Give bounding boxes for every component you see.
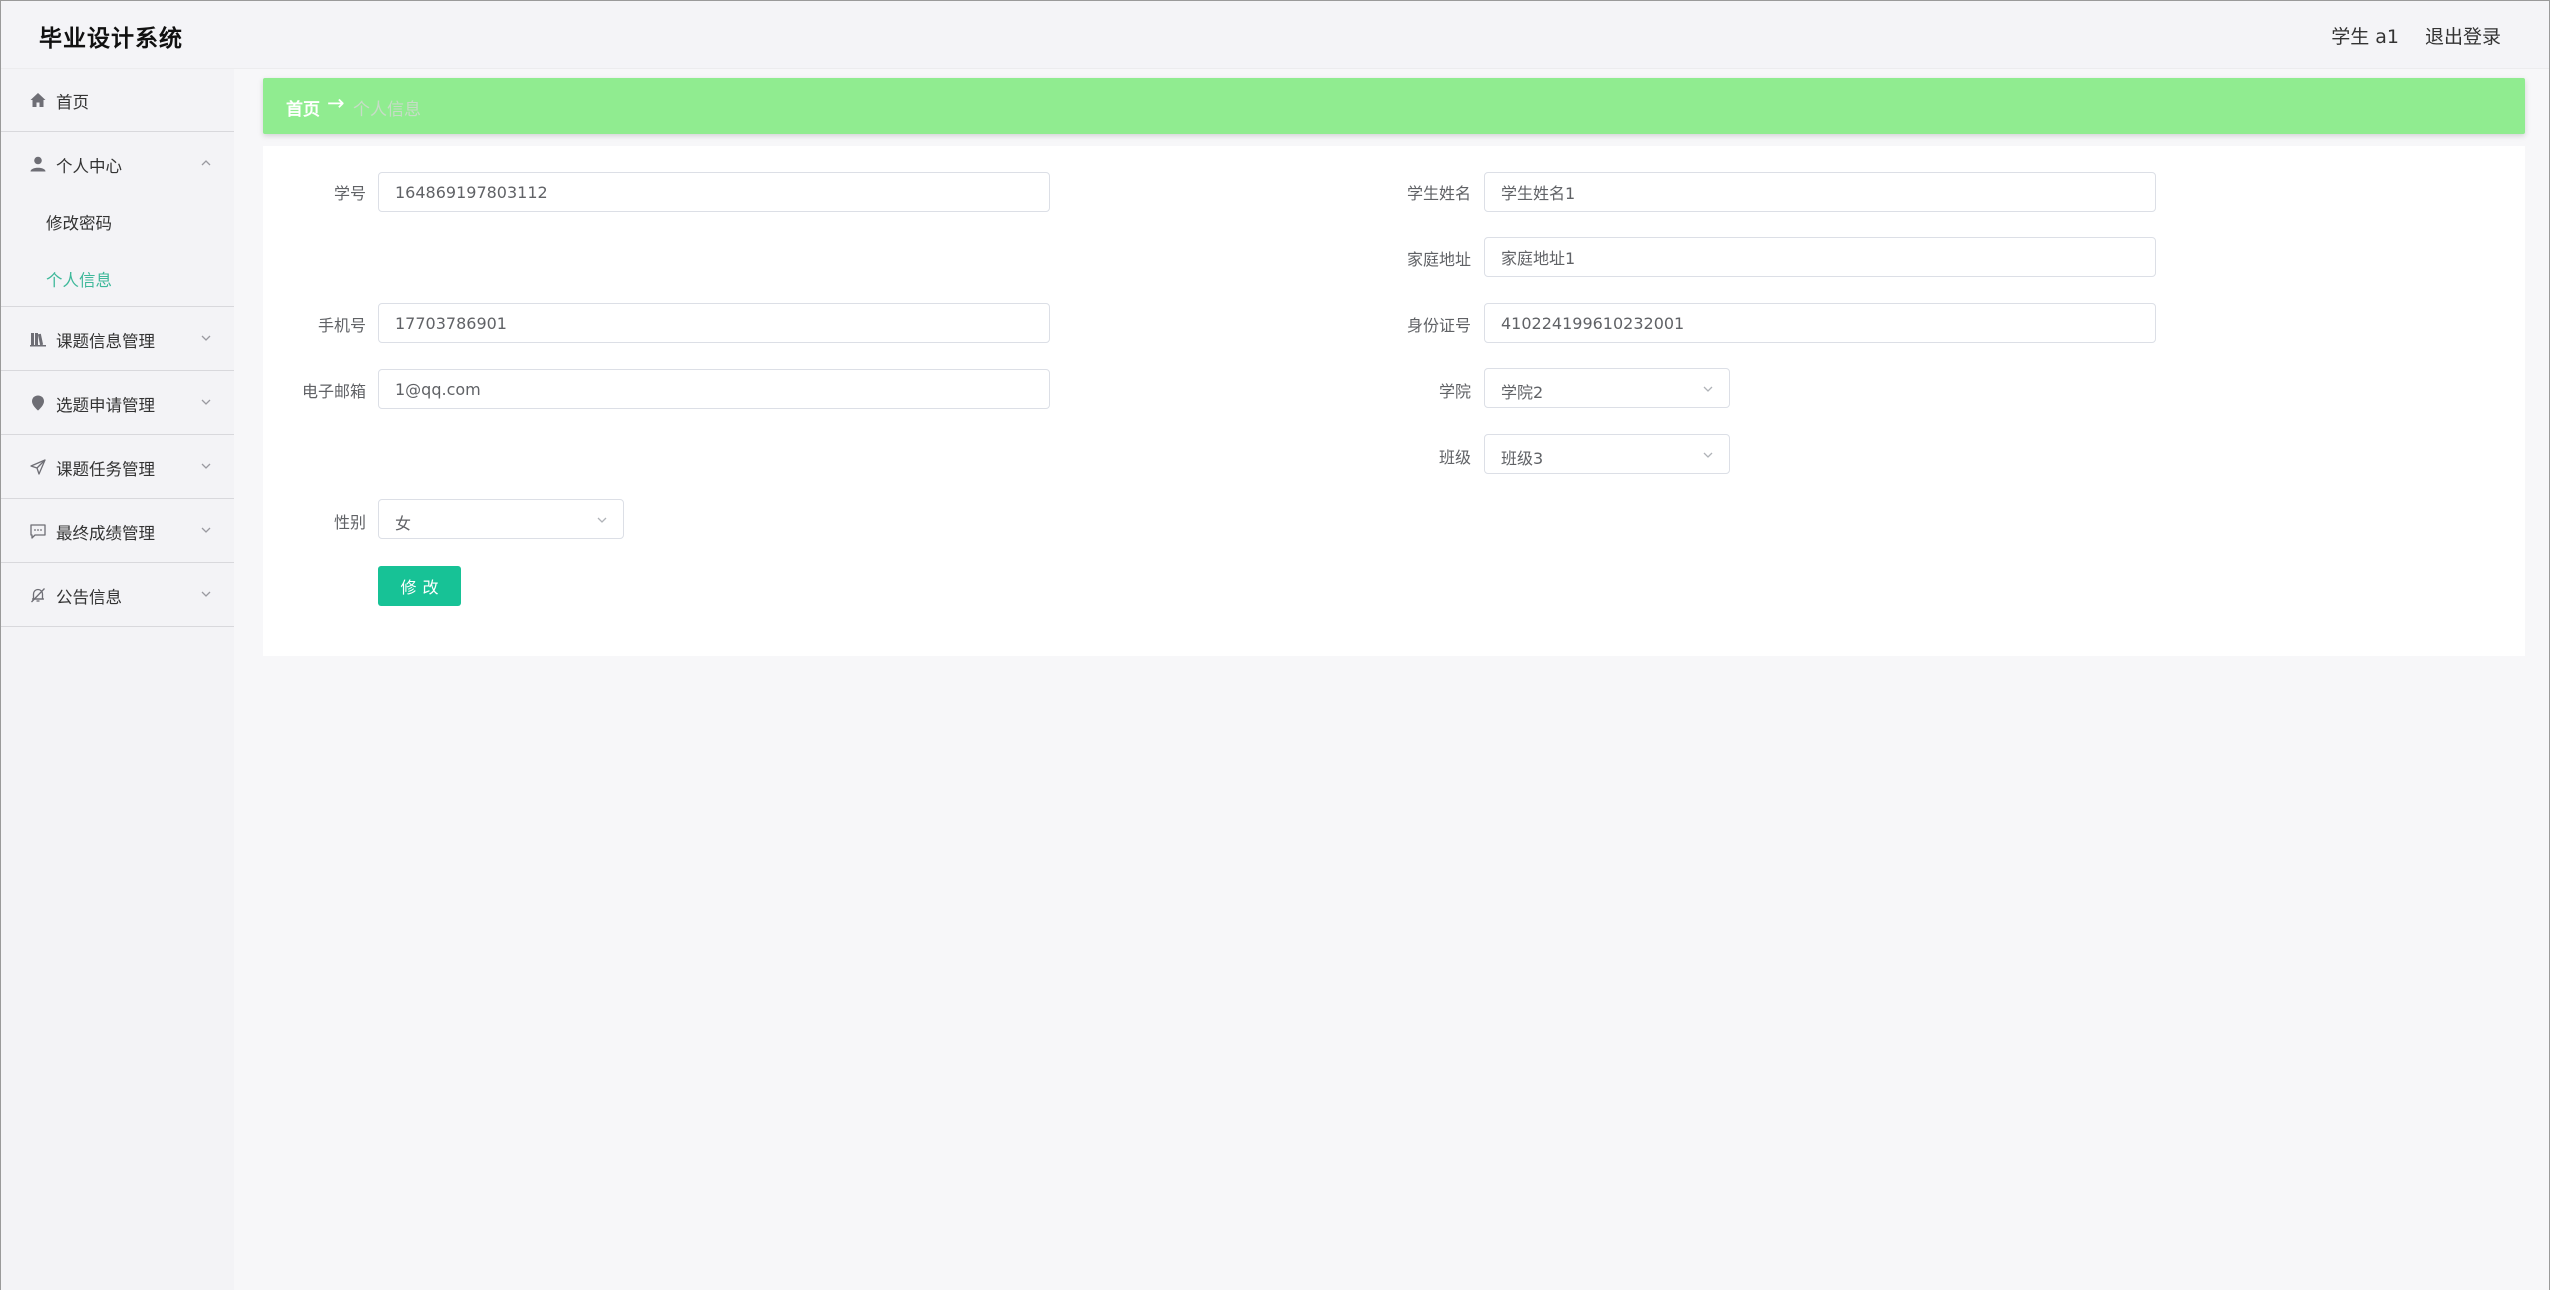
email-label: 电子邮箱 — [301, 382, 366, 401]
class-select[interactable]: 班级3 — [1484, 434, 1730, 474]
chevron-down-icon — [597, 517, 607, 523]
gender-select-value: 女 — [395, 514, 412, 533]
student-id-label: 学号 — [333, 184, 366, 203]
sidebar-item-topic-info[interactable]: 课题信息管理 — [1, 308, 234, 371]
modify-button[interactable]: 修改 — [378, 566, 461, 606]
sidebar-subitem-label: 个人信息 — [46, 271, 112, 290]
sidebar-item-label: 选题申请管理 — [56, 396, 155, 415]
sidebar-item-topic-task[interactable]: 课题任务管理 — [1, 436, 234, 499]
sidebar-item-personal-center[interactable]: 个人中心 — [1, 133, 234, 196]
gender-label: 性别 — [333, 513, 366, 532]
bell-off-icon — [31, 588, 45, 603]
chevron-down-icon — [201, 591, 211, 597]
breadcrumb: 首页 → 个人信息 — [263, 78, 2525, 134]
send-icon — [30, 459, 46, 475]
home-address-label: 家庭地址 — [1406, 250, 1471, 269]
sidebar-item-final-grades[interactable]: 最终成绩管理 — [1, 500, 234, 563]
book-icon — [30, 333, 46, 347]
sidebar: 首页 个人中心 修改密码 个人信息 课题信息管理 选题申请管理 课题任务管理 最… — [1, 69, 234, 1290]
app-title: 毕业设计系统 — [39, 26, 183, 52]
logout-link[interactable]: 退出登录 — [2425, 22, 2501, 49]
sidebar-item-label: 课题任务管理 — [56, 460, 155, 479]
gender-select[interactable]: 女 — [378, 499, 624, 539]
current-user-label: 学生 a1 — [2331, 26, 2399, 48]
chevron-down-icon — [1703, 386, 1713, 392]
sidebar-item-topic-application[interactable]: 选题申请管理 — [1, 372, 234, 435]
sidebar-item-label: 课题信息管理 — [56, 332, 155, 351]
home-address-input[interactable] — [1484, 237, 2156, 277]
breadcrumb-arrow-icon: → — [327, 91, 345, 115]
chevron-up-icon — [201, 160, 211, 166]
user-icon — [30, 156, 46, 172]
student-name-label: 学生姓名 — [1406, 184, 1471, 203]
email-input[interactable] — [378, 369, 1050, 409]
chevron-down-icon — [201, 463, 211, 469]
college-select[interactable]: 学院2 — [1484, 368, 1730, 408]
id-card-input[interactable] — [1484, 303, 2156, 343]
college-label: 学院 — [1438, 382, 1471, 401]
chevron-down-icon — [201, 527, 211, 533]
sidebar-item-label: 个人中心 — [56, 157, 122, 176]
phone-label: 手机号 — [317, 316, 366, 335]
location-pin-icon — [32, 395, 44, 411]
chevron-down-icon — [201, 335, 211, 341]
sidebar-subitem-personal-info[interactable]: 个人信息 — [1, 250, 234, 307]
student-name-input[interactable] — [1484, 172, 2156, 212]
breadcrumb-current: 个人信息 — [353, 100, 421, 120]
college-select-value: 学院2 — [1501, 383, 1544, 402]
class-select-value: 班级3 — [1501, 449, 1544, 468]
top-bar: 毕业设计系统 学生 a1 退出登录 — [1, 1, 2549, 69]
sidebar-item-label: 最终成绩管理 — [56, 524, 155, 543]
sidebar-item-announcements[interactable]: 公告信息 — [1, 564, 234, 627]
message-icon — [30, 524, 46, 539]
sidebar-item-label: 公告信息 — [56, 588, 122, 607]
sidebar-item-home[interactable]: 首页 — [1, 69, 234, 132]
chevron-down-icon — [1703, 452, 1713, 458]
phone-input[interactable] — [378, 303, 1050, 343]
student-id-input[interactable] — [378, 172, 1050, 212]
breadcrumb-home-link[interactable]: 首页 — [286, 95, 320, 120]
class-label: 班级 — [1438, 448, 1471, 467]
chevron-down-icon — [201, 399, 211, 405]
home-icon — [30, 93, 46, 107]
sidebar-item-label: 首页 — [56, 93, 89, 112]
sidebar-subitem-label: 修改密码 — [46, 214, 112, 233]
sidebar-subitem-change-password[interactable]: 修改密码 — [1, 193, 234, 250]
id-card-label: 身份证号 — [1406, 316, 1471, 335]
